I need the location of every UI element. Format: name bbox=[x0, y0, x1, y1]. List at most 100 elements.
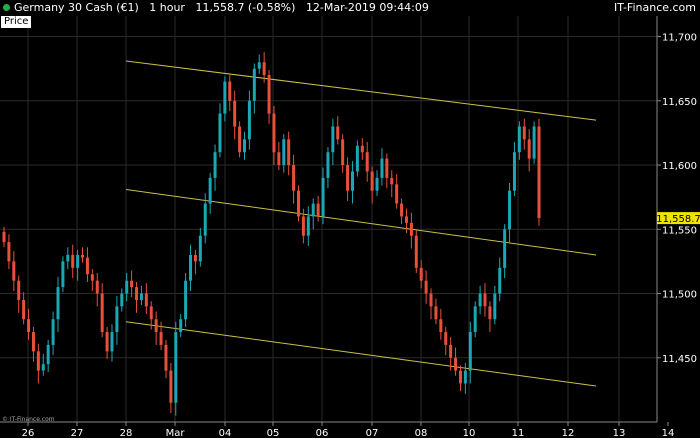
candle-body bbox=[120, 293, 124, 307]
candle-body bbox=[105, 332, 109, 352]
candle-body bbox=[139, 293, 143, 300]
x-axis: 26 27 28 Mar 04 05 06 07 08 10 11 12 13 14 bbox=[22, 422, 675, 438]
current-price-value: 11,558.7 bbox=[656, 214, 700, 225]
candle-body bbox=[468, 332, 472, 371]
candle-body bbox=[409, 222, 413, 236]
candle-body bbox=[223, 81, 227, 114]
candle-body bbox=[277, 152, 281, 166]
candle-body bbox=[81, 254, 85, 258]
candle-body bbox=[385, 158, 389, 178]
candle-body bbox=[306, 216, 310, 236]
candle-body bbox=[198, 235, 202, 262]
candle-body bbox=[144, 293, 148, 307]
candle-body bbox=[179, 319, 183, 333]
candle-body bbox=[193, 254, 197, 262]
candle-body bbox=[331, 126, 335, 153]
y-tick-label: 11,700 bbox=[662, 33, 697, 44]
candle-body bbox=[532, 126, 536, 159]
candle-body bbox=[76, 254, 80, 268]
candle-body bbox=[375, 177, 379, 191]
channel-line bbox=[125, 321, 597, 387]
candle-body bbox=[189, 254, 193, 281]
x-tick-label: 26 bbox=[22, 428, 35, 438]
candle-body bbox=[31, 332, 35, 352]
candle-body bbox=[51, 319, 55, 345]
candle-body bbox=[208, 177, 212, 204]
x-tick-label: 07 bbox=[366, 428, 379, 438]
candle-body bbox=[169, 370, 173, 403]
candle-body bbox=[282, 139, 286, 166]
candle-body bbox=[380, 158, 384, 178]
candle-body bbox=[125, 280, 129, 294]
candle-body bbox=[503, 229, 507, 268]
regression-channel bbox=[125, 60, 597, 387]
candle-body bbox=[287, 139, 291, 166]
candle-body bbox=[439, 319, 443, 333]
candle-body bbox=[203, 203, 207, 236]
x-tick-label: 13 bbox=[613, 428, 626, 438]
candle-body bbox=[36, 351, 40, 371]
candle-body bbox=[326, 152, 330, 178]
y-tick-label: 11,500 bbox=[662, 290, 697, 301]
candle-body bbox=[267, 75, 271, 114]
candles bbox=[2, 51, 541, 416]
candle-body bbox=[404, 216, 408, 223]
candle-body bbox=[296, 190, 300, 217]
candle-body bbox=[164, 344, 168, 371]
candle-body bbox=[184, 280, 188, 320]
x-tick-label: 04 bbox=[219, 428, 232, 438]
x-tick-label: 08 bbox=[415, 428, 428, 438]
price-chart[interactable]: 26 27 28 Mar 04 05 06 07 08 10 11 12 13 14 11,700 11,6… bbox=[0, 0, 700, 438]
candle-body bbox=[508, 190, 512, 230]
candle-body bbox=[301, 216, 305, 236]
y-tick-label: 11,450 bbox=[662, 354, 697, 365]
candle-body bbox=[7, 242, 11, 262]
candle-body bbox=[355, 145, 359, 172]
candle-body bbox=[527, 139, 531, 159]
candle-body bbox=[233, 100, 237, 127]
x-tick-label: 10 bbox=[463, 428, 476, 438]
candle-body bbox=[498, 267, 502, 294]
candle-body bbox=[341, 139, 345, 166]
candle-body bbox=[12, 261, 16, 281]
candle-body bbox=[115, 306, 119, 333]
candle-body bbox=[90, 274, 94, 281]
candle-body bbox=[2, 231, 6, 243]
candle-body bbox=[218, 113, 222, 153]
y-tick-label: 11,650 bbox=[662, 97, 697, 108]
candle-body bbox=[228, 81, 232, 101]
candle-body bbox=[85, 257, 89, 275]
candle-body bbox=[473, 306, 477, 333]
candle-body bbox=[159, 332, 163, 345]
y-tick-label: 11,550 bbox=[662, 225, 697, 236]
y-tick-label: 11,600 bbox=[662, 161, 697, 172]
candle-body bbox=[454, 357, 458, 371]
candle-body bbox=[512, 152, 516, 191]
candle-body bbox=[537, 126, 541, 219]
candle-body bbox=[238, 126, 242, 153]
candle-body bbox=[390, 177, 394, 185]
candle-body bbox=[41, 364, 45, 371]
candle-body bbox=[395, 184, 399, 204]
x-tick-label: 14 bbox=[662, 428, 675, 438]
candle-body bbox=[66, 254, 70, 262]
candle-body bbox=[517, 126, 521, 153]
y-axis: 11,700 11,650 11,600 11,550 11,500 11,450 bbox=[657, 33, 697, 365]
candle-body bbox=[488, 306, 492, 320]
candle-body bbox=[135, 287, 139, 300]
panel-label: Price bbox=[1, 16, 32, 28]
candle-body bbox=[444, 332, 448, 345]
candle-body bbox=[100, 293, 104, 333]
candle-body bbox=[424, 280, 428, 294]
x-tick-label: 11 bbox=[512, 428, 525, 438]
candle-body bbox=[336, 126, 340, 140]
current-price-tag: 11,558.7 bbox=[656, 212, 700, 225]
candle-body bbox=[346, 165, 350, 191]
candle-body bbox=[272, 113, 276, 153]
x-tick-label: Mar bbox=[166, 428, 186, 438]
candle-body bbox=[434, 306, 438, 320]
candle-body bbox=[110, 332, 114, 352]
x-tick-label: 28 bbox=[120, 428, 133, 438]
candle-body bbox=[95, 280, 99, 294]
candle-body bbox=[321, 177, 325, 217]
